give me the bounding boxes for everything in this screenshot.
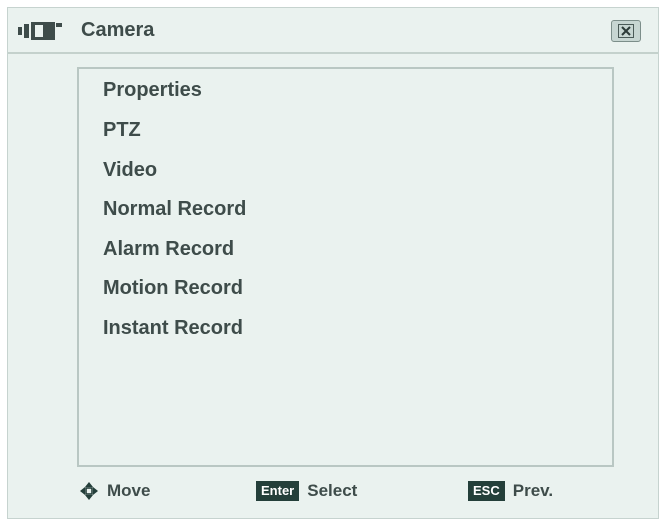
close-x-icon — [618, 24, 634, 38]
menu-item-normal-record[interactable]: Normal Record — [103, 198, 246, 221]
esc-key-badge: ESC — [468, 481, 505, 501]
window-title: Camera — [81, 19, 155, 41]
menu-item-ptz[interactable]: PTZ — [103, 119, 141, 142]
footer-prev-hint: ESC Prev. — [468, 481, 553, 501]
menu-item-motion-record[interactable]: Motion Record — [103, 277, 243, 300]
footer-move-hint: Move — [79, 481, 150, 501]
camera-window: Camera Properties PTZ Video Normal Recor… — [7, 7, 659, 519]
select-label: Select — [307, 481, 358, 500]
enter-key-badge: Enter — [256, 481, 300, 501]
menu-item-properties[interactable]: Properties — [103, 79, 202, 102]
menu-item-alarm-record[interactable]: Alarm Record — [103, 238, 234, 261]
prev-label: Prev. — [512, 481, 554, 500]
menu-item-video[interactable]: Video — [103, 159, 157, 182]
menu-list: Properties PTZ Video Normal Record Alarm… — [77, 67, 614, 467]
camera-icon — [18, 22, 62, 40]
move-label: Move — [107, 481, 151, 500]
footer-select-hint: Enter Select — [256, 481, 357, 501]
close-button[interactable] — [611, 20, 641, 42]
menu-item-instant-record[interactable]: Instant Record — [103, 317, 243, 340]
title-bar: Camera — [8, 8, 658, 54]
four-way-arrow-icon — [80, 482, 98, 500]
